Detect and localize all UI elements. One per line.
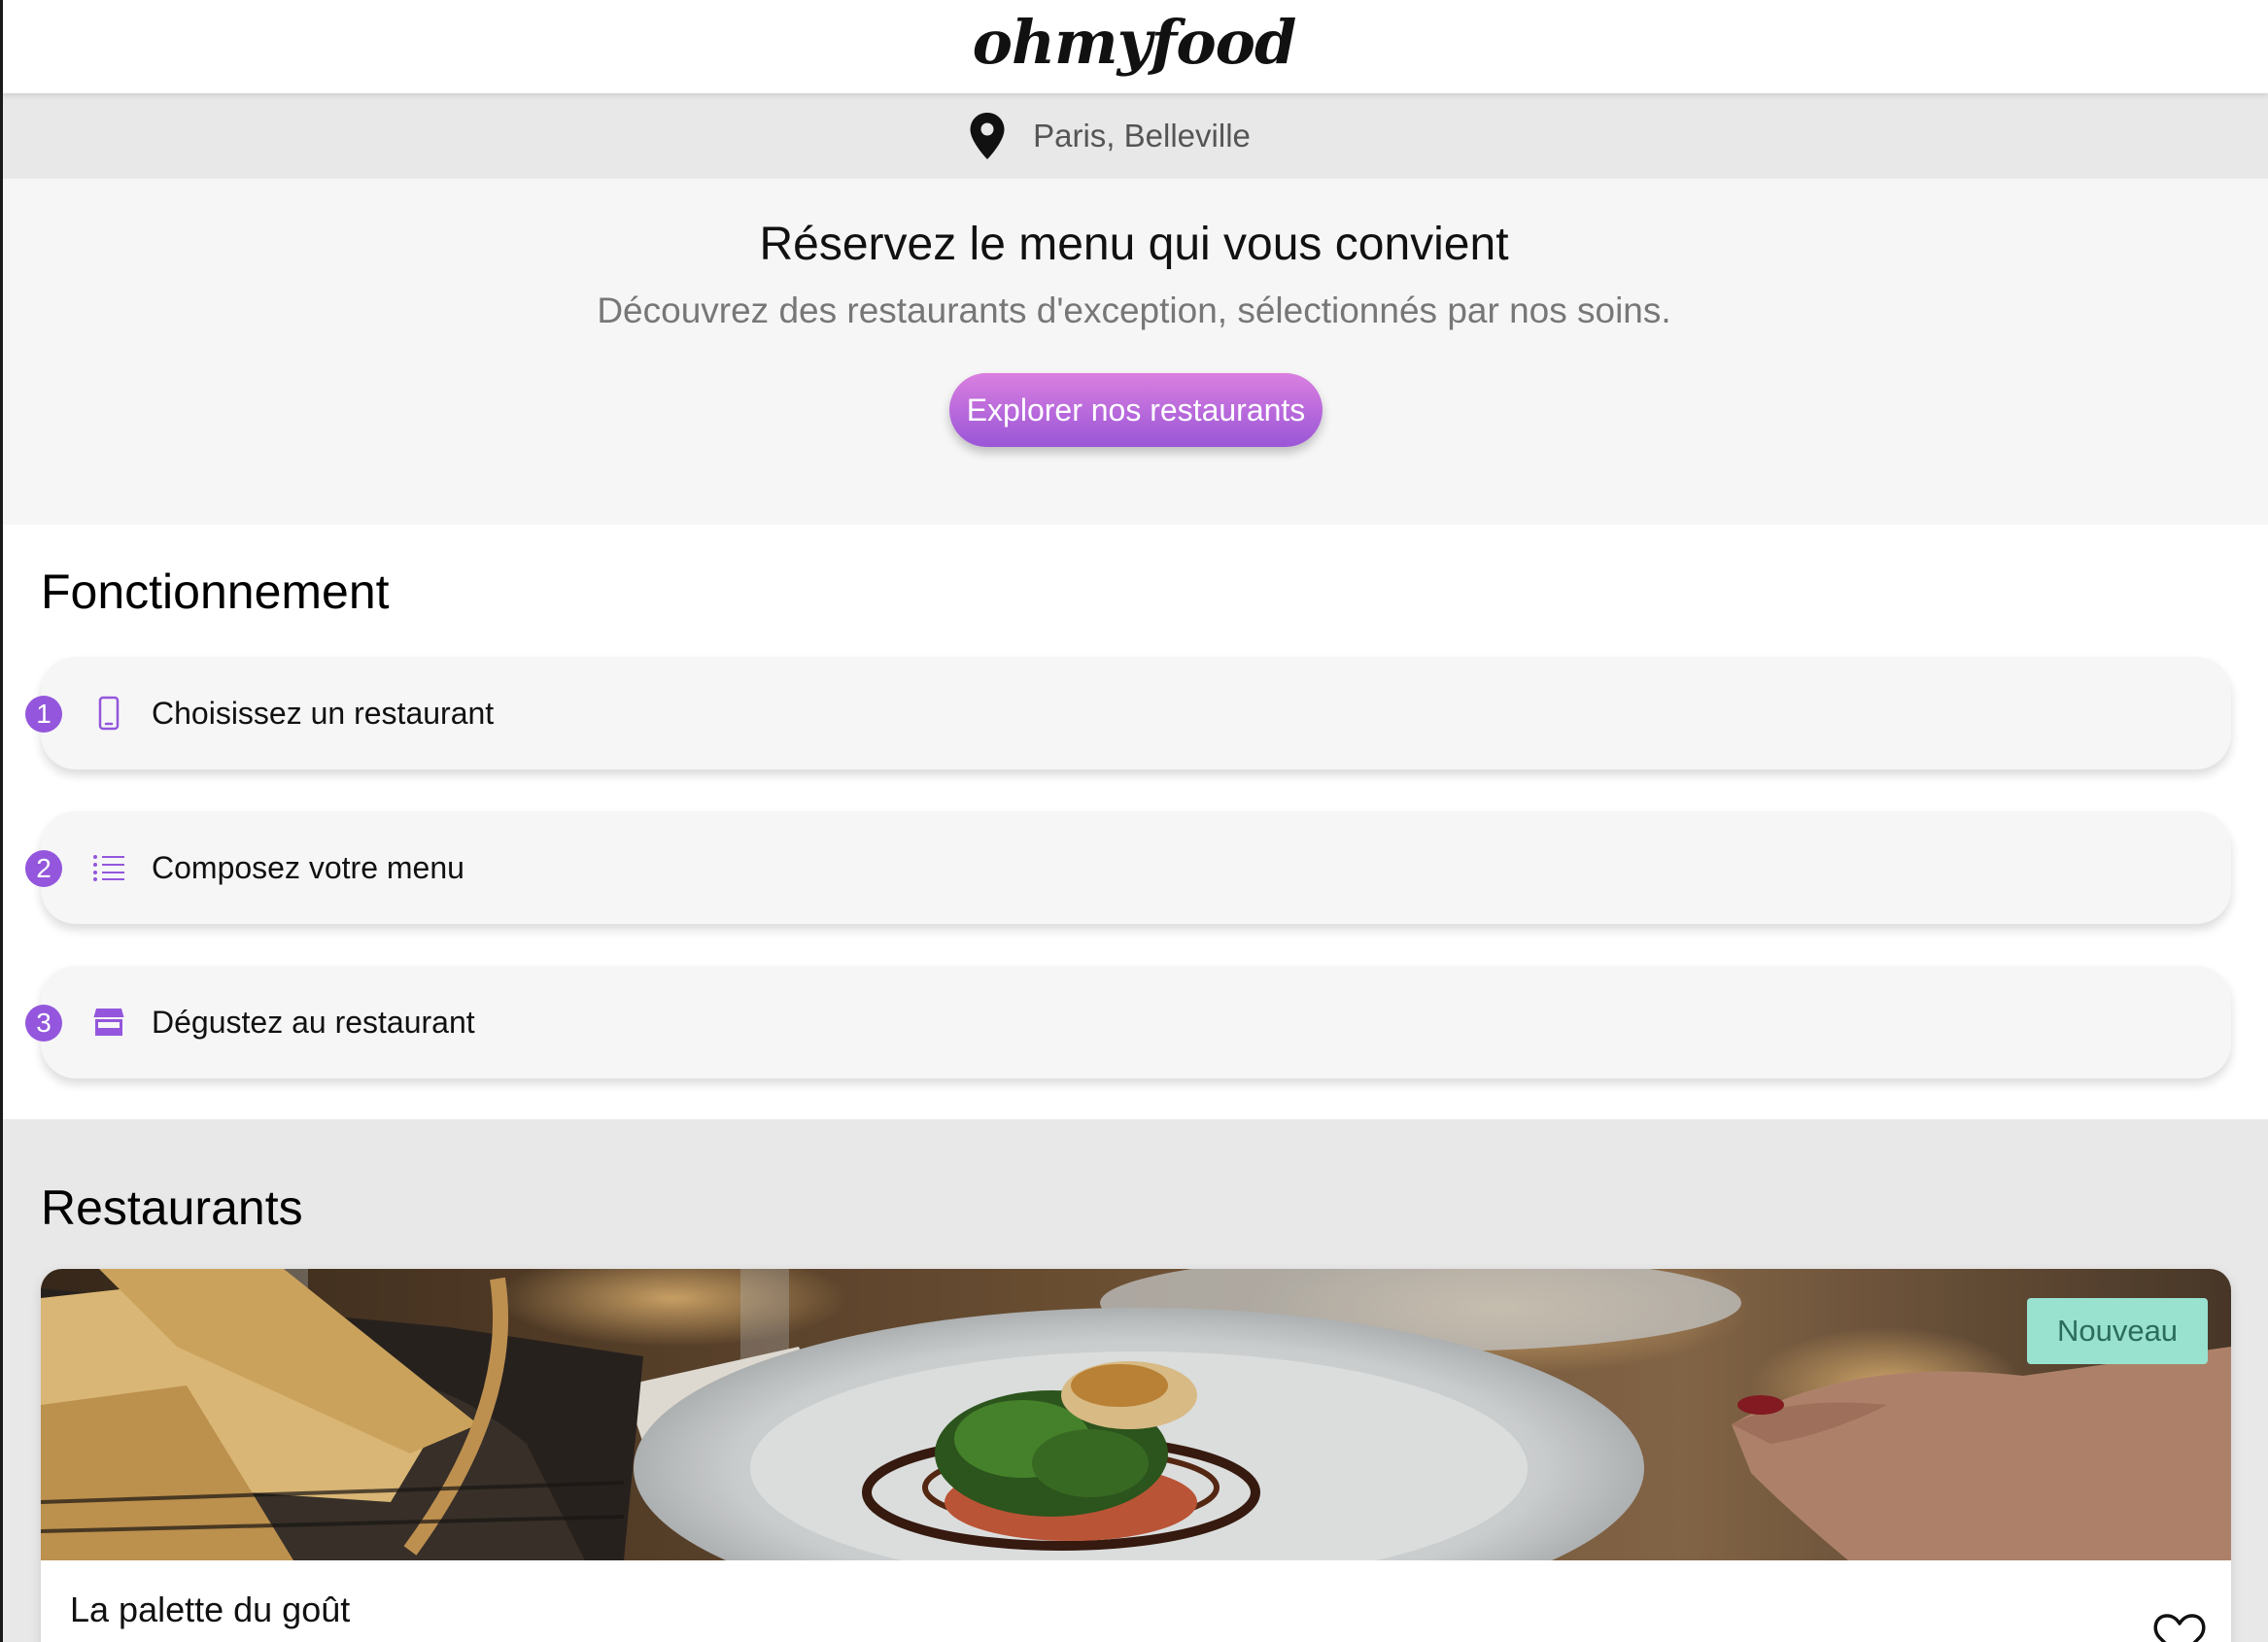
new-badge: Nouveau [2027, 1298, 2208, 1364]
section-title-restaurants: Restaurants [41, 1180, 303, 1235]
step-card-3[interactable]: 3 Dégustez au restaurant [25, 966, 2231, 1078]
step-label: Dégustez au restaurant [152, 1005, 475, 1040]
section-title-how: Fonctionnement [41, 564, 390, 619]
store-icon [89, 1003, 128, 1042]
step-label: Composez votre menu [152, 850, 464, 885]
how-it-works-section: Fonctionnement 1 Choisissez un restauran… [0, 525, 2268, 1119]
hero-title: Réservez le menu qui vous convient [759, 219, 1509, 270]
window-edge [0, 0, 3, 1642]
list-icon [89, 848, 128, 887]
site-header: ohmyfood [0, 0, 2268, 93]
explore-restaurants-button[interactable]: Explorer nos restaurants [949, 373, 1323, 447]
step-number-badge: 1 [25, 696, 62, 733]
restaurants-section: Restaurants Nouveau La palette du goût [0, 1119, 2268, 1642]
heart-outline-icon[interactable] [2153, 1613, 2206, 1642]
restaurant-name: La palette du goût [70, 1590, 351, 1629]
step-label: Choisissez un restaurant [152, 696, 495, 731]
site-logo[interactable]: ohmyfood [973, 7, 1297, 78]
step-number-badge: 3 [25, 1005, 62, 1042]
location-bar: Paris, Belleville [0, 93, 2268, 179]
map-pin-icon [969, 112, 1006, 160]
hero-section: Réservez le menu qui vous convient Décou… [0, 179, 2268, 525]
hero-subtitle: Découvrez des restaurants d'exception, s… [597, 291, 1671, 330]
page: ohmyfood Paris, Belleville Réservez le m… [0, 0, 2268, 1642]
mobile-phone-icon [89, 694, 128, 733]
restaurant-card[interactable]: Nouveau La palette du goût [41, 1269, 2231, 1642]
step-card-1[interactable]: 1 Choisissez un restaurant [25, 657, 2231, 770]
restaurant-photo [41, 1269, 2231, 1560]
step-card-2[interactable]: 2 Composez votre menu [25, 811, 2231, 924]
step-number-badge: 2 [25, 850, 62, 887]
location-text: Paris, Belleville [1033, 118, 1251, 154]
